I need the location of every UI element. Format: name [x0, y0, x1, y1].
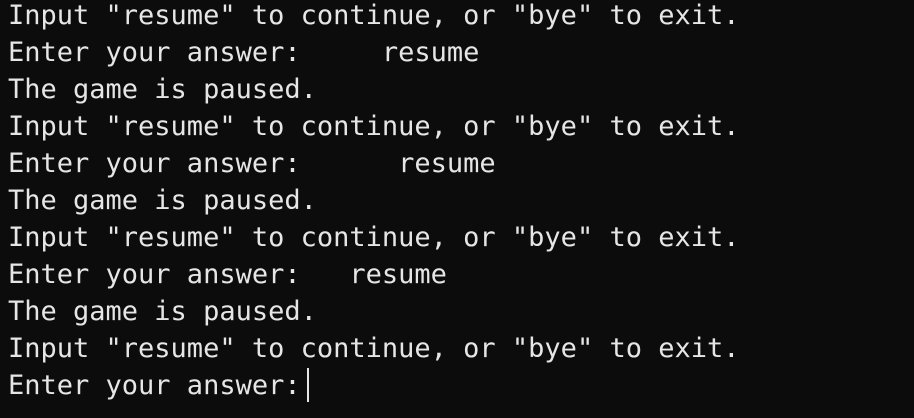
output-line: The game is paused. — [8, 185, 317, 216]
prompt-label: Enter your answer: — [8, 37, 301, 68]
prompt-label: Enter your answer: — [8, 259, 301, 290]
output-line: Input "resume" to continue, or "bye" to … — [8, 0, 740, 31]
terminal-window[interactable]: Input "resume" to continue, or "bye" to … — [0, 0, 914, 418]
output-line: The game is paused. — [8, 296, 317, 327]
text-cursor — [306, 368, 309, 402]
prompt-label: Enter your answer: — [8, 148, 301, 179]
user-answer: resume — [316, 148, 496, 179]
user-answer: resume — [316, 37, 480, 68]
output-line: Input "resume" to continue, or "bye" to … — [8, 222, 740, 253]
user-answer: resume — [316, 259, 447, 290]
output-line: Input "resume" to continue, or "bye" to … — [8, 333, 740, 364]
answer-line: Enter your answer: resume — [8, 256, 914, 293]
active-prompt-line[interactable]: Enter your answer: — [8, 367, 914, 404]
answer-line: Enter your answer: resume — [8, 145, 914, 182]
output-line: The game is paused. — [8, 74, 317, 105]
output-line: Input "resume" to continue, or "bye" to … — [8, 111, 740, 142]
active-prompt-label: Enter your answer: — [8, 370, 301, 401]
answer-line: Enter your answer: resume — [8, 34, 914, 71]
